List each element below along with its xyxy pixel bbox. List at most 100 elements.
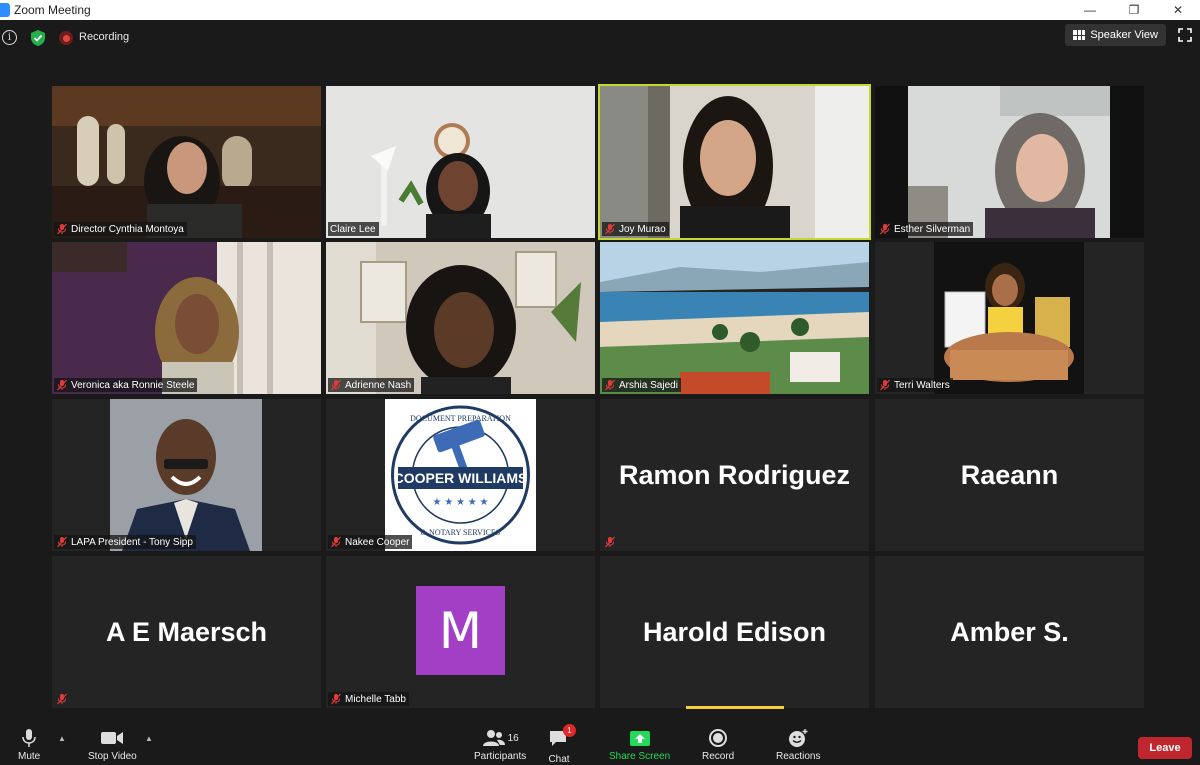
video-tile-amber-s[interactable]: Amber S. [875,556,1144,708]
restore-button[interactable]: ❐ [1112,0,1156,20]
participant-nametag [602,535,622,549]
participant-display-name: Harold Edison [642,616,826,647]
participants-count: 16 [507,732,519,744]
muted-mic-icon [604,536,616,548]
minimize-button[interactable]: — [1068,0,1112,20]
recording-indicator-icon [59,31,73,45]
close-button[interactable]: ✕ [1156,0,1200,20]
participant-nametag [54,692,74,706]
video-tile-michelle-tabb[interactable]: M Michelle Tabb [326,556,595,708]
video-tile-raeann[interactable]: Raeann [875,399,1144,551]
cartoon-avatar-image [875,242,1144,394]
logo-top-text: DOCUMENT PREPARATION [410,414,511,423]
muted-mic-icon [330,536,342,548]
reactions-label: Reactions [776,751,821,762]
participants-button[interactable]: 16 Participants [474,728,526,762]
stop-video-label: Stop Video [88,751,137,762]
logo-bottom-text: & NOTARY SERVICES [421,528,500,537]
window-title: Zoom Meeting [14,3,91,17]
kitchen-background [875,86,1144,238]
beach-background [600,242,869,394]
info-icon[interactable]: i [2,30,17,45]
participant-nametag: Terri Walters [877,378,953,392]
participant-nametag: Joy Murao [602,222,669,236]
stop-video-button[interactable]: Stop Video [88,728,137,762]
logo-main-text: COOPER WILLIAMS [394,470,528,486]
record-icon [709,729,728,747]
video-tile-claire-lee[interactable]: Claire Lee [326,86,595,238]
speaker-view-button[interactable]: Speaker View [1065,24,1166,46]
purple-room-background [52,242,321,394]
meeting-topbar: i Recording Speaker View [0,20,1200,56]
chat-button[interactable]: 1 Chat [548,724,576,765]
muted-mic-icon [56,536,68,548]
fullscreen-icon[interactable] [1178,28,1192,42]
reactions-button[interactable]: Reactions [776,728,820,762]
muted-mic-icon [330,693,342,705]
muted-mic-icon [56,379,68,391]
cooper-williams-logo: COOPER WILLIAMS DOCUMENT PREPARATION & N… [326,399,595,551]
video-tile-tony-sipp[interactable]: LAPA President - Tony Sipp [52,399,321,551]
participant-display-name: A E Maersch [105,616,268,647]
meeting-toolbar: Mute ▲ Stop Video ▲ 16 Participants 1 Ch… [0,718,1200,765]
video-tile-harold-edison[interactable]: Harold Edison [600,556,869,708]
participant-name: Esther Silverman [894,223,971,235]
participant-display-name: Ramon Rodriguez [618,459,850,490]
participant-name: Claire Lee [330,223,376,235]
participant-name: Arshia Sajedi [619,379,678,391]
participant-nametag: Claire Lee [328,222,379,236]
video-tile-nakee-cooper[interactable]: COOPER WILLIAMS DOCUMENT PREPARATION & N… [326,399,595,551]
participants-icon [482,730,505,746]
participant-nametag: Michelle Tabb [328,692,409,706]
participant-name: Michelle Tabb [345,693,406,705]
chat-unread-badge: 1 [563,724,576,737]
participant-name: Director Cynthia Montoya [71,223,184,235]
share-screen-button[interactable]: Share Screen [609,728,670,762]
muted-mic-icon [56,223,68,235]
muted-mic-icon [56,693,68,705]
participant-name: Veronica aka Ronnie Steele [71,379,195,391]
library-background [52,86,321,238]
video-tile-terri-walters[interactable]: Terri Walters [875,242,1144,394]
leave-button[interactable]: Leave [1138,737,1192,759]
record-label: Record [702,751,735,762]
window-titlebar: Zoom Meeting — ❐ ✕ [0,0,1200,20]
share-indicator-bar [686,706,784,709]
video-tile-veronica-steele[interactable]: Veronica aka Ronnie Steele [52,242,321,394]
avatar: M [416,586,505,675]
mute-options-caret-icon[interactable]: ▲ [58,734,66,743]
video-tile-esther-silverman[interactable]: Esther Silverman [875,86,1144,238]
participant-name: Adrienne Nash [345,379,412,391]
video-tile-ae-maersch[interactable]: A E Maersch [52,556,321,708]
participant-nametag: Esther Silverman [877,222,974,236]
microphone-icon [22,729,36,747]
participant-nametag: Nakee Cooper [328,535,413,549]
record-button[interactable]: Record [702,728,734,762]
muted-mic-icon [330,379,342,391]
encryption-shield-icon[interactable] [30,29,46,47]
muted-mic-icon [879,379,891,391]
office-background [326,86,595,238]
video-tile-cynthia-montoya[interactable]: Director Cynthia Montoya [52,86,321,238]
grid-icon [1073,30,1086,40]
speaker-view-label: Speaker View [1090,29,1158,41]
mute-button[interactable]: Mute [18,728,40,762]
muted-mic-icon [604,223,616,235]
video-tile-ramon-rodriguez[interactable]: Ramon Rodriguez [600,399,869,551]
recording-label: Recording [79,31,130,43]
portrait-photo [52,399,321,551]
zoom-app-icon [0,3,10,17]
muted-mic-icon [879,223,891,235]
muted-mic-icon [604,379,616,391]
video-tile-joy-murao[interactable]: Joy Murao [598,84,871,240]
video-tile-adrienne-nash[interactable]: Adrienne Nash [326,242,595,394]
certificates-background [326,242,595,394]
video-options-caret-icon[interactable]: ▲ [145,734,153,743]
participant-nametag: Director Cynthia Montoya [54,222,187,236]
participant-nametag: Adrienne Nash [328,378,415,392]
svg-text:★ ★ ★ ★ ★: ★ ★ ★ ★ ★ [433,497,489,508]
video-tile-arshia-sajedi[interactable]: Arshia Sajedi [600,242,869,394]
participant-name: Terri Walters [894,379,950,391]
participant-display-name: Amber S. [950,616,1069,647]
participants-label: Participants [474,751,527,762]
